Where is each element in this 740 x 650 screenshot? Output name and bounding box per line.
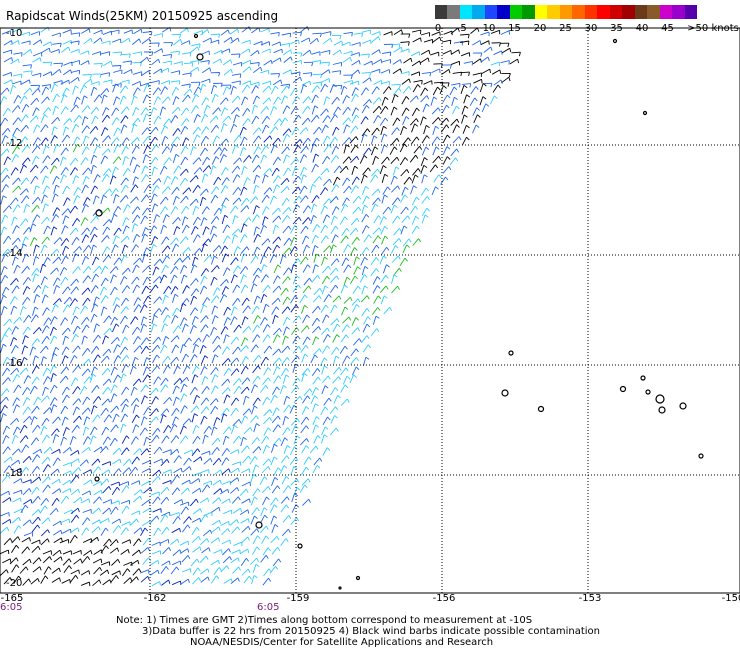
lat-label: -16: [6, 358, 23, 369]
lat-label: -20: [6, 578, 23, 589]
note-line-1: Note: 1) Times are GMT 2)Times along bot…: [116, 615, 533, 626]
lon-label: -150: [721, 593, 740, 604]
legend-swatch: [622, 5, 636, 19]
legend-label: 25: [559, 23, 572, 34]
legend-swatch: [597, 5, 611, 19]
lon-label: -159: [286, 593, 310, 604]
legend-label: 5: [460, 23, 467, 34]
legend-swatch: [584, 5, 598, 19]
wind-speed-legend: 0 5 10 15 20 25 30 35 40 45 >50 knots: [434, 4, 739, 36]
legend-label: 30: [584, 23, 598, 34]
legend-swatch: [472, 5, 486, 19]
note-line-3: NOAA/NESDIS/Center for Satellite Applica…: [190, 637, 494, 648]
note-line-2: 3)Data buffer is 22 hrs from 20150925 4)…: [142, 626, 600, 637]
legend-label: 40: [635, 23, 649, 34]
legend-swatch: [534, 5, 548, 19]
legend-swatch: [484, 5, 498, 19]
lon-label: -153: [578, 593, 602, 604]
legend-label: 35: [610, 23, 623, 34]
legend-swatch: [435, 5, 448, 19]
legend-swatch: [547, 5, 561, 19]
lat-label: -12: [6, 138, 23, 149]
map-title: Rapidscat Winds(25KM) 20150925 ascending: [6, 9, 279, 23]
legend-swatch: [509, 5, 523, 19]
legend-swatch: [647, 5, 661, 19]
lon-label: -162: [143, 593, 167, 604]
footnotes: Note: 1) Times are GMT 2)Times along bot…: [116, 615, 600, 648]
legend-swatch: [572, 5, 586, 19]
legend-label: 10: [482, 23, 496, 34]
lon-label: -156: [432, 593, 456, 604]
lat-label: -10: [6, 28, 23, 39]
time-label: 6:05: [0, 602, 23, 613]
legend-swatch: [497, 5, 511, 19]
legend-label: 45: [661, 23, 674, 34]
wind-map: [0, 26, 740, 594]
legend-label: 0: [434, 23, 442, 34]
legend-swatch: [672, 5, 686, 19]
legend-label: 20: [533, 23, 547, 34]
legend-label: 15: [508, 23, 521, 34]
legend-label: >50 knots: [687, 23, 739, 34]
lat-label: -14: [6, 248, 23, 259]
legend-swatch: [634, 5, 648, 19]
legend-swatch: [559, 5, 573, 19]
legend-swatch: [609, 5, 623, 19]
legend-swatch: [447, 5, 461, 19]
legend-swatch: [684, 5, 698, 19]
legend-swatch: [659, 5, 673, 19]
time-label: 6:05: [257, 602, 280, 613]
lat-label: -18: [6, 468, 23, 479]
legend-swatch: [522, 5, 536, 19]
legend-swatch: [459, 5, 473, 19]
